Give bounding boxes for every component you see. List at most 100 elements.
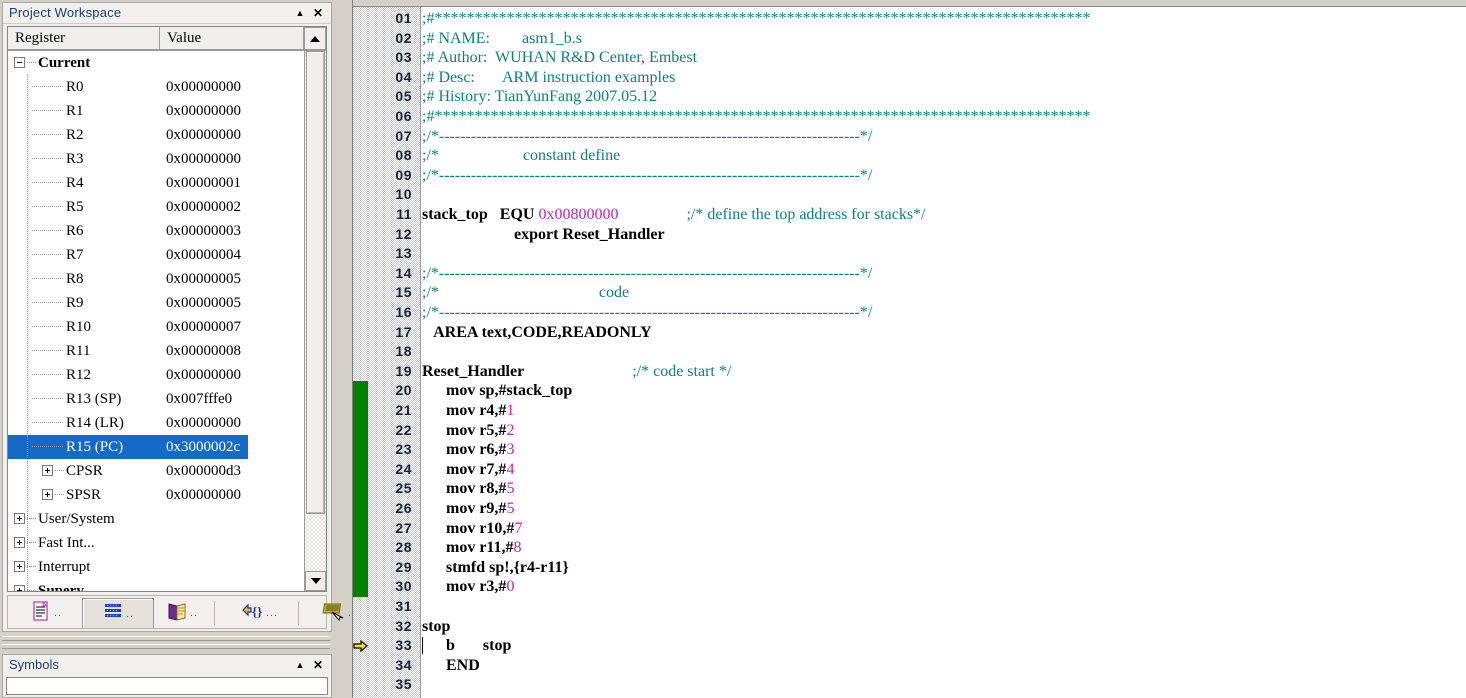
- code-line[interactable]: mov r8,#5: [422, 479, 514, 498]
- code-line[interactable]: END: [422, 656, 480, 675]
- register-row[interactable]: CPSR 0x000000d3: [8, 459, 304, 483]
- close-icon[interactable]: ✕: [311, 6, 325, 20]
- code-line[interactable]: mov r11,#8: [422, 538, 522, 557]
- registers-tab[interactable]: ..: [82, 598, 154, 628]
- register-tree-scrollbar[interactable]: [304, 51, 326, 591]
- code-line[interactable]: ;/*-------------------------------------…: [422, 303, 872, 322]
- code-line[interactable]: AREA text,CODE,READONLY: [422, 323, 652, 342]
- code-line[interactable]: ;# History: TianYunFang 2007.05.12: [422, 87, 657, 106]
- register-row[interactable]: R7 0x00000004: [8, 243, 304, 267]
- register-row[interactable]: SPSR 0x00000000: [8, 483, 304, 507]
- expand-icon[interactable]: [14, 513, 25, 524]
- register-row[interactable]: R0 0x00000000: [8, 75, 304, 99]
- column-header-value[interactable]: Value: [160, 27, 304, 50]
- files-tab[interactable]: ..: [10, 598, 82, 628]
- code-line[interactable]: mov r4,#1: [422, 401, 514, 420]
- register-row[interactable]: R8 0x00000005: [8, 267, 304, 291]
- scrollbar-thumb[interactable]: [306, 51, 325, 514]
- register-row[interactable]: Current: [8, 51, 304, 75]
- code-line[interactable]: ;/*-------------------------------------…: [422, 127, 872, 146]
- code-line[interactable]: ;/*-------------------------------------…: [422, 166, 872, 185]
- code-line[interactable]: Reset_Handler ;/* code start */: [422, 362, 731, 381]
- collapse-icon[interactable]: ▲: [293, 6, 307, 20]
- workspace-tab-strip[interactable]: ...... {}......: [7, 595, 379, 629]
- code-token: 3: [506, 441, 515, 459]
- expand-icon[interactable]: [14, 585, 25, 591]
- symbols-collapse-icon[interactable]: ▲: [293, 658, 307, 672]
- tree-dots: [27, 62, 36, 63]
- code-line[interactable]: ;# Author: WUHAN R&D Center, Embest: [422, 48, 697, 67]
- code-line[interactable]: b stop: [422, 636, 511, 655]
- register-row[interactable]: R2 0x00000000: [8, 123, 304, 147]
- code-line[interactable]: stmfd sp!,{r4-r11}: [422, 558, 569, 577]
- code-line[interactable]: ;#**************************************…: [422, 107, 1090, 126]
- code-line[interactable]: mov r5,#2: [422, 421, 514, 440]
- symbols-close-icon[interactable]: ✕: [311, 658, 325, 672]
- variables-tab[interactable]: {}...: [218, 598, 300, 628]
- scroll-up-arrow-icon[interactable]: [304, 27, 326, 50]
- expand-icon[interactable]: [14, 537, 25, 548]
- code-line[interactable]: mov r7,#4: [422, 460, 514, 479]
- expand-icon[interactable]: [14, 561, 25, 572]
- collapse-tree-icon[interactable]: [14, 57, 25, 68]
- symbols-list[interactable]: [6, 677, 328, 695]
- register-row[interactable]: Interrupt: [8, 555, 304, 579]
- register-row[interactable]: R12 0x00000000: [8, 363, 304, 387]
- panel-splitter[interactable]: [2, 636, 330, 641]
- project-workspace-title: Project Workspace: [9, 5, 122, 20]
- register-row[interactable]: R3 0x00000000: [8, 147, 304, 171]
- column-header-register[interactable]: Register: [8, 27, 160, 50]
- code-line[interactable]: ;# Desc: ARM instruction examples: [422, 68, 675, 87]
- register-value: 0x00000000: [166, 103, 241, 119]
- expand-icon[interactable]: [42, 465, 53, 476]
- register-row[interactable]: R9 0x00000005: [8, 291, 304, 315]
- code-line[interactable]: ;# NAME: asm1_b.s: [422, 29, 582, 48]
- editor-marker-column[interactable]: [353, 7, 368, 698]
- register-row[interactable]: R5 0x00000002: [8, 195, 304, 219]
- tree-connector: [27, 123, 28, 147]
- register-tree-body[interactable]: Current R0 0x00000000 R1 0x00000000 R2 0x00000…: [8, 51, 304, 591]
- line-number: 08: [395, 147, 412, 164]
- code-line[interactable]: ;#**************************************…: [422, 9, 1090, 28]
- tab-ellipsis: ..: [189, 607, 199, 619]
- code-token: ;#**************************************…: [422, 10, 1091, 27]
- tree-dots: [32, 278, 64, 279]
- register-row[interactable]: Superv...: [8, 579, 304, 591]
- code-line[interactable]: ;/*-------------------------------------…: [422, 264, 872, 283]
- register-row[interactable]: R1 0x00000000: [8, 99, 304, 123]
- register-row[interactable]: R6 0x00000003: [8, 219, 304, 243]
- code-line[interactable]: stack_top EQU 0x00800000 ;/* define the …: [422, 205, 926, 224]
- register-row[interactable]: User/System: [8, 507, 304, 531]
- tree-connector: [27, 147, 28, 171]
- register-row[interactable]: R11 0x00000008: [8, 339, 304, 363]
- panel-splitter-2[interactable]: [2, 644, 330, 649]
- tree-connector: [27, 507, 28, 531]
- code-line[interactable]: export Reset_Handler: [422, 225, 665, 244]
- code-token: mov r5,#: [422, 421, 507, 439]
- editor-code-area[interactable]: ;#**************************************…: [422, 7, 1466, 698]
- register-row[interactable]: R14 (LR) 0x00000000: [8, 411, 304, 435]
- line-number: 09: [395, 166, 412, 183]
- code-line[interactable]: ;/* code: [422, 283, 629, 302]
- code-line[interactable]: mov r10,#7: [422, 519, 522, 538]
- expand-icon[interactable]: [42, 489, 53, 500]
- scroll-down-arrow-icon[interactable]: [305, 571, 326, 591]
- register-row[interactable]: Fast Int...: [8, 531, 304, 555]
- register-value: 0x007fffe0: [166, 391, 233, 407]
- code-token: stmfd sp!,{r4-r11}: [422, 558, 569, 576]
- register-row[interactable]: R4 0x00000001: [8, 171, 304, 195]
- register-row[interactable]: R13 (SP) 0x007fffe0: [8, 387, 304, 411]
- register-row[interactable]: R15 (PC) 0x3000002c: [8, 435, 248, 459]
- book-tab[interactable]: ..: [148, 598, 216, 628]
- code-line[interactable]: mov r3,#0: [422, 577, 514, 596]
- code-line[interactable]: ;/* constant define: [422, 146, 620, 165]
- line-number: 30: [395, 578, 412, 595]
- code-line[interactable]: mov r9,#5: [422, 499, 514, 518]
- code-line[interactable]: stop: [422, 617, 450, 636]
- execution-pointer-arrow-icon[interactable]: [353, 636, 368, 655]
- code-line[interactable]: mov r6,#3: [422, 440, 514, 459]
- register-row[interactable]: R10 0x00000007: [8, 315, 304, 339]
- source-editor[interactable]: 01 02 03 04 05 06 07 08 09 10 11 12 13 14 15 16 17 18 19 20…: [352, 0, 1466, 698]
- code-line[interactable]: mov sp,#stack_top: [422, 381, 572, 400]
- register-value: 0x00000000: [166, 151, 241, 167]
